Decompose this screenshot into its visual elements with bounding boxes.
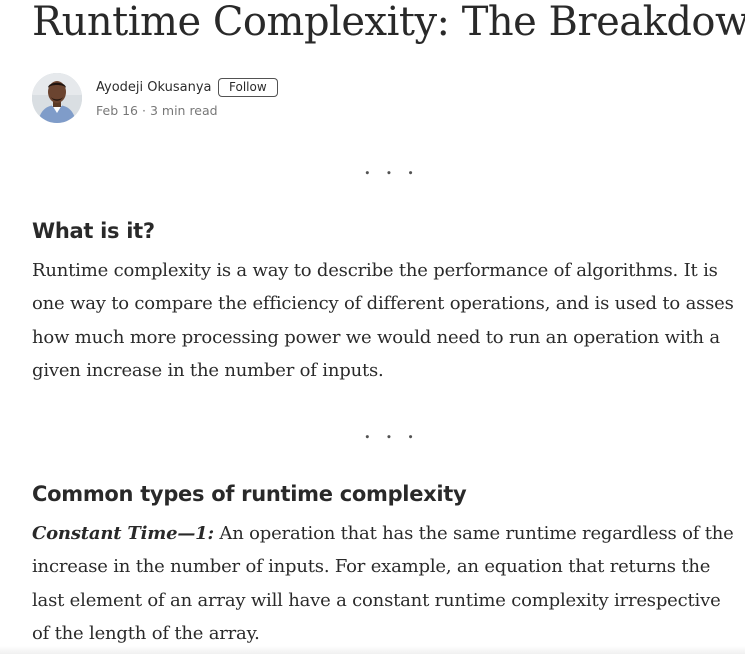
section-heading-common-types: Common types of runtime complexity (32, 482, 467, 506)
paragraph-line: last element of an array will have a con… (32, 589, 721, 611)
section-separator: ... (363, 152, 429, 180)
section-separator: ... (363, 416, 429, 444)
paragraph-line: how much more processing power we would … (32, 326, 720, 348)
author-name[interactable]: Ayodeji Okusanya (96, 80, 212, 95)
paragraph-line: Constant Time—1: An operation that has t… (32, 517, 734, 550)
section-heading-what-is-it: What is it? (32, 219, 155, 243)
paragraph-line: Runtime complexity is a way to describe … (32, 260, 718, 281)
post-date: Feb 16 (96, 103, 139, 118)
paragraph-line: given increase in the number of inputs. (32, 359, 384, 381)
post-meta: Feb 16 · 3 min read (96, 103, 218, 118)
byline: Ayodeji Okusanya Follow Feb 16 · 3 min r… (32, 73, 632, 123)
emphasis-term: Constant Time—1: (32, 523, 214, 544)
bottom-edge-shadow (0, 646, 745, 654)
avatar-photo-icon (32, 73, 82, 123)
section-paragraph-what-is-it: Runtime complexity is a way to describe … (32, 254, 734, 387)
read-time: 3 min read (149, 103, 218, 118)
meta-separator: · (142, 103, 146, 118)
article-title: Runtime Complexity: The Breakdown (32, 0, 745, 45)
paragraph-line: increase in the number of inputs. For ex… (32, 556, 711, 578)
section-paragraph-constant-time: Constant Time—1: An operation that has t… (32, 517, 734, 650)
paragraph-line-text: An operation that has the same runtime r… (213, 523, 734, 544)
paragraph-line: one way to compare the efficiency of dif… (32, 293, 734, 315)
follow-button[interactable]: Follow (218, 78, 278, 97)
author-avatar[interactable] (32, 73, 82, 123)
